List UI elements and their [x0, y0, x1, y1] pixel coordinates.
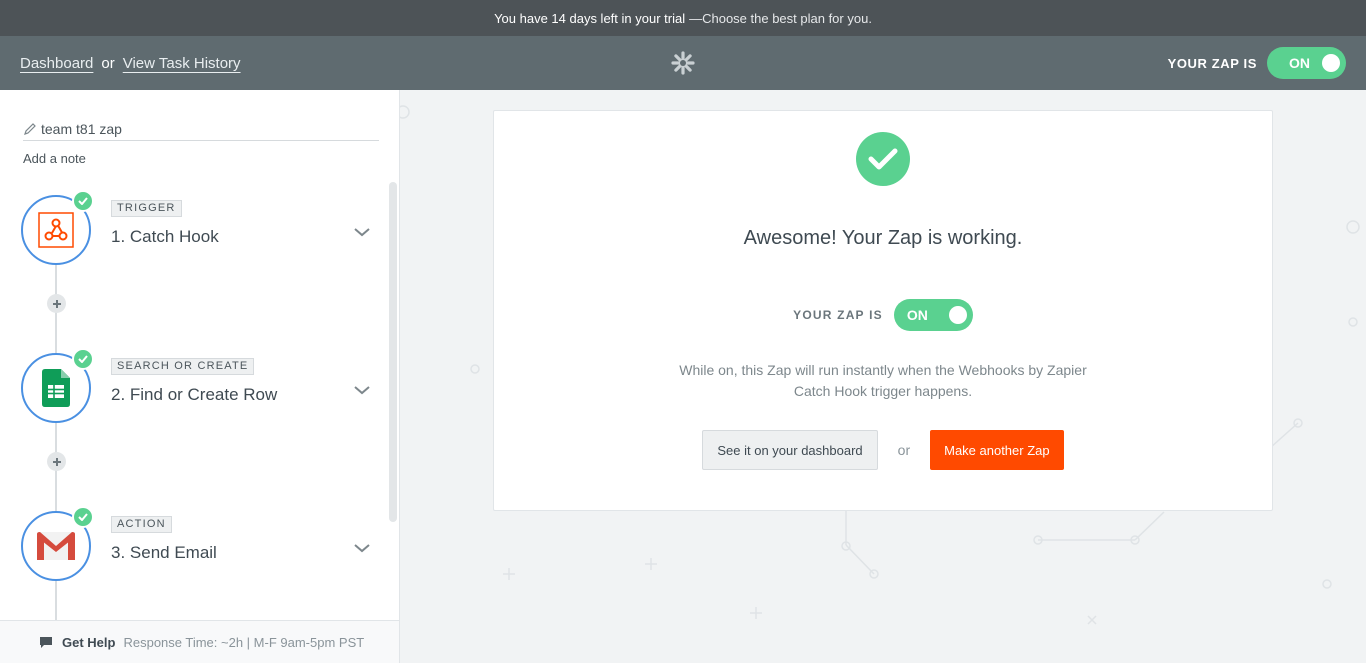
toggle-knob [1322, 54, 1340, 72]
pencil-icon [24, 123, 36, 135]
zap-name-field[interactable] [23, 118, 379, 141]
step-title: 3. Send Email [111, 543, 217, 562]
help-footer: Get Help Response Time: ~2h | M-F 9am-5p… [0, 620, 399, 663]
add-step-button[interactable] [47, 294, 66, 313]
get-help-link[interactable]: Get Help [62, 635, 115, 650]
trial-banner: You have 14 days left in your trial —Cho… [0, 0, 1366, 36]
zap-description: While on, this Zap will run instantly wh… [679, 362, 1087, 399]
task-history-link[interactable]: View Task History [123, 55, 241, 72]
see-dashboard-button[interactable]: See it on your dashboard [702, 430, 878, 470]
make-another-zap-button[interactable]: Make another Zap [930, 430, 1064, 470]
zap-status-label: YOUR ZAP IS [1167, 55, 1257, 71]
gmail-icon [37, 532, 75, 560]
editor-header: Dashboard or View Task History YOUR ZAP … [0, 36, 1366, 90]
header-nav: Dashboard or View Task History [20, 36, 241, 90]
card-actions: See it on your dashboard or Make another… [494, 430, 1272, 470]
toggle-label: ON [906, 307, 928, 323]
actions-or-text: or [897, 442, 911, 458]
plus-icon [52, 299, 61, 308]
zap-status-label: YOUR ZAP IS [793, 308, 883, 322]
success-check-icon [856, 132, 910, 186]
success-headline: Awesome! Your Zap is working. [743, 227, 1023, 249]
chat-bubble-icon [40, 636, 52, 648]
response-time-text: Response Time: ~2h | M-F 9am-5pm PST [123, 634, 365, 650]
step-action[interactable]: ACTION 3. Send Email [0, 506, 390, 581]
chevron-down-icon[interactable] [352, 541, 372, 555]
dashboard-link[interactable]: Dashboard [20, 55, 93, 72]
step-title: 1. Catch Hook [111, 227, 219, 246]
chevron-down-icon[interactable] [352, 225, 372, 239]
step-complete-check-icon [72, 348, 94, 370]
trial-plan-message[interactable]: —Choose the best plan for you. [689, 11, 872, 26]
zap-name-input[interactable] [41, 121, 361, 137]
zap-on-toggle[interactable]: ON [1267, 47, 1346, 79]
chevron-down-icon[interactable] [352, 383, 372, 397]
step-trigger[interactable]: TRIGGER 1. Catch Hook [0, 190, 390, 265]
add-step-button[interactable] [47, 452, 66, 471]
zap-on-toggle[interactable]: ON [893, 299, 973, 331]
sidebar-scrollbar[interactable] [389, 182, 397, 522]
toggle-knob [948, 306, 967, 324]
step-type-badge: SEARCH OR CREATE [111, 358, 255, 375]
step-type-badge: TRIGGER [111, 200, 182, 217]
timeline-connector [55, 580, 57, 620]
webhook-icon [38, 212, 74, 248]
trial-message: You have 14 days left in your trial [494, 10, 686, 26]
nav-or-text: or [101, 54, 115, 72]
zap-success-card: Awesome! Your Zap is working. YOUR ZAP I… [493, 110, 1273, 511]
step-search-or-create[interactable]: SEARCH OR CREATE 2. Find or Create Row [0, 348, 390, 423]
add-note-link[interactable]: Add a note [23, 151, 86, 166]
step-type-badge: ACTION [111, 516, 172, 533]
toggle-label: ON [1289, 55, 1310, 71]
step-complete-check-icon [72, 190, 94, 212]
step-complete-check-icon [72, 506, 94, 528]
google-sheets-icon [42, 369, 70, 407]
card-zap-status: YOUR ZAP IS ON [494, 299, 1272, 331]
plus-icon [52, 457, 61, 466]
zapier-asterisk-icon[interactable] [671, 51, 695, 75]
header-zap-status: YOUR ZAP IS ON [1168, 36, 1346, 90]
step-title: 2. Find or Create Row [111, 385, 278, 404]
